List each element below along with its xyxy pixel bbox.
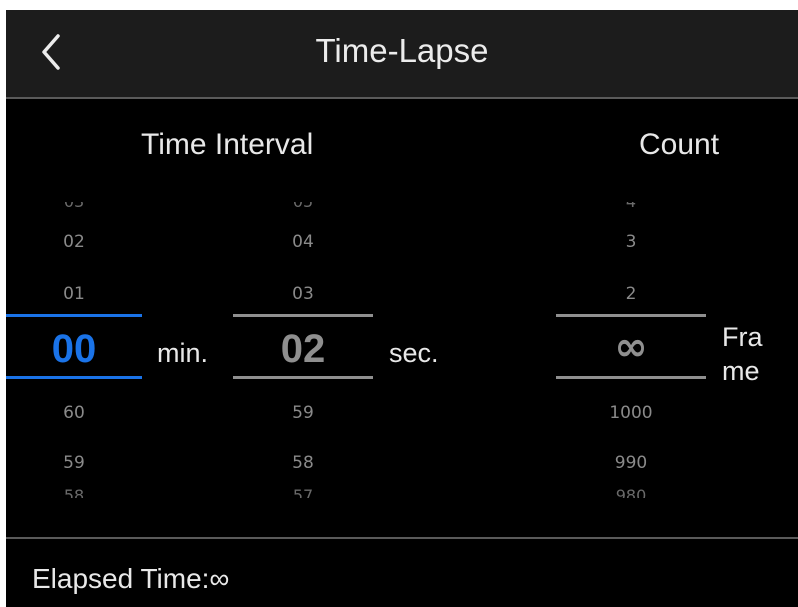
seconds-option[interactable]: 04 — [233, 232, 373, 252]
count-option[interactable]: 990 — [556, 453, 706, 473]
seconds-selection-top-line — [233, 314, 373, 317]
count-selected-value[interactable]: ∞ — [556, 324, 706, 370]
seconds-picker[interactable]: 05 04 03 02 59 58 57 — [233, 10, 373, 510]
count-option[interactable]: 2 — [556, 284, 706, 304]
minutes-option[interactable]: 60 — [6, 403, 142, 423]
seconds-option[interactable]: 58 — [233, 453, 373, 473]
seconds-selected-value[interactable]: 02 — [233, 327, 373, 372]
minutes-option[interactable]: 03 — [6, 202, 142, 212]
seconds-option[interactable]: 57 — [233, 486, 373, 498]
count-picker[interactable]: 4 3 2 ∞ 1000 990 980 — [556, 10, 706, 510]
count-unit-line2: me — [722, 356, 760, 386]
minutes-selected-value[interactable]: 00 — [6, 327, 142, 372]
minutes-unit-label: min. — [157, 338, 209, 368]
count-unit-label: Fra me — [722, 320, 763, 388]
elapsed-time-text: Elapsed Time:∞ — [32, 563, 230, 594]
minutes-selection-top-line — [6, 314, 142, 317]
minutes-option[interactable]: 59 — [6, 453, 142, 473]
time-lapse-screen: Time-Lapse Time Interval Count 03 02 01 … — [6, 10, 798, 607]
seconds-unit-label: sec. — [389, 338, 439, 368]
seconds-option[interactable]: 03 — [233, 284, 373, 304]
count-selection-top-line — [556, 314, 706, 317]
count-unit-line1: Fra — [722, 322, 763, 352]
seconds-option[interactable]: 05 — [233, 202, 373, 212]
seconds-option[interactable]: 59 — [233, 403, 373, 423]
seconds-selection-bottom-line — [233, 376, 373, 379]
minutes-option[interactable]: 02 — [6, 232, 142, 252]
count-option[interactable]: 980 — [556, 486, 706, 498]
footer-bar: Elapsed Time:∞ — [6, 537, 798, 607]
minutes-option[interactable]: 01 — [6, 284, 142, 304]
count-option[interactable]: 4 — [556, 202, 706, 212]
minutes-picker[interactable]: 03 02 01 00 60 59 58 — [6, 10, 142, 510]
count-option[interactable]: 3 — [556, 232, 706, 252]
count-selection-bottom-line — [556, 376, 706, 379]
minutes-selection-bottom-line — [6, 376, 142, 379]
count-option[interactable]: 1000 — [556, 403, 706, 423]
minutes-option[interactable]: 58 — [6, 486, 142, 498]
